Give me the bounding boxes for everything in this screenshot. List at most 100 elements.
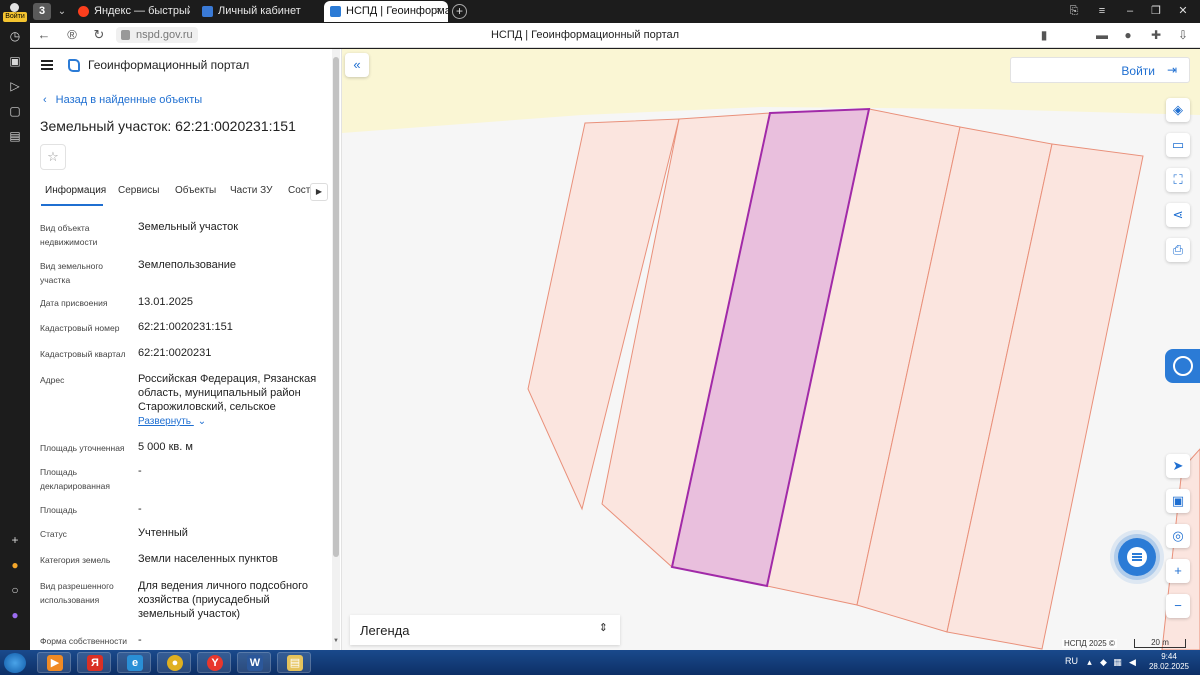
- collections-icon[interactable]: ▣: [7, 53, 23, 69]
- tab-information[interactable]: Информация: [45, 185, 106, 196]
- chevron-left-icon: ‹: [43, 94, 47, 106]
- active-tab-indicator: [41, 204, 103, 206]
- tab-label: НСПД | Геоинформацио: [346, 5, 448, 17]
- start-button[interactable]: [4, 653, 26, 673]
- yandex-icon: Я: [87, 655, 103, 671]
- tab-objects[interactable]: Объекты: [175, 185, 216, 196]
- word-icon: W: [247, 655, 263, 671]
- share-icon[interactable]: ⋖: [1166, 203, 1190, 227]
- tab-label: Яндекс — быстрый поиск: [94, 5, 190, 17]
- property-value: Учтенный: [138, 527, 188, 539]
- ladybug-extension-icon[interactable]: ●: [1120, 27, 1136, 43]
- chrome-icon: ●: [167, 655, 183, 671]
- assistant-icon[interactable]: ●: [7, 607, 23, 623]
- add-panel-icon[interactable]: +: [7, 532, 23, 548]
- map-view[interactable]: « Войти ⇥ ◈ ▭ ⛶ ⋖ ⎙ ➤ ▣ ◎ + − Легенда ⇕ …: [342, 49, 1200, 650]
- object-title: Земельный участок: 62:21:0020231:151: [40, 118, 296, 134]
- geolocation-icon[interactable]: ➤: [1166, 454, 1190, 478]
- browser-addressbar: ← ® ↻ nspd.gov.ru НСПД | Геоинформационн…: [30, 23, 1200, 48]
- tab-parts[interactable]: Части ЗУ: [230, 185, 272, 196]
- minimize-icon[interactable]: –: [1120, 3, 1140, 20]
- scrollbar-thumb[interactable]: [333, 57, 339, 557]
- property-label: Площадь уточненная: [40, 443, 125, 453]
- tab-count-badge[interactable]: 3: [33, 3, 51, 20]
- profile-login-badge[interactable]: Войти: [3, 3, 27, 22]
- zoom-in-button[interactable]: +: [1166, 559, 1190, 583]
- devices-icon[interactable]: ▤: [7, 128, 23, 144]
- taskbar-media-player[interactable]: ▶: [37, 652, 71, 673]
- property-label: Площадь: [40, 505, 78, 515]
- close-window-icon[interactable]: ✕: [1173, 3, 1193, 20]
- panel-scrollbar[interactable]: ▼: [332, 49, 340, 650]
- taskbar-ie[interactable]: e: [117, 652, 151, 673]
- volume-icon[interactable]: ◀: [1127, 657, 1138, 668]
- help-icon: [1173, 356, 1193, 376]
- property-label: Кадастровый квартал: [40, 349, 126, 359]
- property-value: Для ведения личного подсобного хозяйства…: [138, 580, 309, 620]
- tab-label: Личный кабинет: [218, 5, 301, 17]
- map-scale-bar: 20 m: [1134, 639, 1186, 648]
- chat-assistant-button[interactable]: [1118, 538, 1156, 576]
- layers-icon[interactable]: ◈: [1166, 98, 1190, 122]
- ruler-icon[interactable]: ▭: [1166, 133, 1190, 157]
- bookmark-panel-icon[interactable]: ⎘: [1064, 3, 1084, 20]
- tab-personal-cabinet[interactable]: Личный кабинет: [196, 1, 320, 22]
- address-value: Российская Федерация, Рязанская область,…: [138, 373, 317, 413]
- back-to-results-link[interactable]: ‹ Назад в найденные объекты: [43, 94, 202, 106]
- property-label: Форма собственности: [40, 636, 127, 646]
- profile-icon: [10, 3, 19, 12]
- menu-icon[interactable]: ≡: [1092, 3, 1112, 20]
- puzzle-icon[interactable]: ✚: [1148, 27, 1164, 43]
- taskbar-chrome[interactable]: ●: [157, 652, 191, 673]
- property-value: -: [138, 503, 142, 515]
- tabs-scroll-right-button[interactable]: ▶: [310, 183, 328, 201]
- select-area-icon[interactable]: ⛶: [1166, 168, 1190, 192]
- login-icon: ⇥: [1167, 63, 1178, 77]
- hamburger-menu-icon[interactable]: [41, 60, 53, 70]
- map-canvas[interactable]: [342, 49, 1200, 650]
- target-icon[interactable]: ◎: [1166, 524, 1190, 548]
- chevron-down-icon: ⌄: [197, 416, 207, 427]
- restore-icon[interactable]: ❐: [1146, 3, 1166, 20]
- chevron-down-icon[interactable]: ⌄: [55, 3, 69, 20]
- tab-services[interactable]: Сервисы: [118, 185, 159, 196]
- weather-icon[interactable]: ●: [7, 557, 23, 573]
- property-value: 13.01.2025: [138, 296, 194, 308]
- taskbar-yandex-browser[interactable]: Y: [197, 652, 231, 673]
- property-value: -: [138, 634, 142, 646]
- tray-shield-icon[interactable]: ◆: [1098, 657, 1109, 668]
- zoom-out-button[interactable]: −: [1166, 594, 1190, 618]
- login-button[interactable]: Войти ⇥: [1010, 57, 1190, 83]
- panel-header: Геоинформационный портал: [30, 49, 341, 83]
- taskbar-word[interactable]: W: [237, 652, 271, 673]
- yandex-favicon-icon: [78, 6, 89, 17]
- expand-address-link[interactable]: Развернуть ⌄: [138, 416, 206, 427]
- tab-yandex[interactable]: Яндекс — быстрый поиск: [72, 1, 190, 22]
- new-tab-button[interactable]: +: [452, 4, 467, 19]
- download-icon[interactable]: ⇩: [1175, 27, 1191, 43]
- history-icon[interactable]: ◷: [7, 28, 23, 44]
- collapse-panel-button[interactable]: «: [345, 53, 369, 77]
- system-clock[interactable]: 9:44 28.02.2025: [1145, 652, 1193, 672]
- tab-nspd[interactable]: НСПД | Геоинформацио ×: [324, 1, 448, 22]
- property-label: Вид объекта недвижимости: [40, 223, 98, 247]
- extension-icon[interactable]: ▬: [1094, 27, 1110, 43]
- input-language[interactable]: RU: [1065, 656, 1078, 666]
- scroll-down-icon[interactable]: ▼: [332, 638, 340, 648]
- legend-panel[interactable]: Легенда ⇕: [350, 615, 620, 645]
- network-icon[interactable]: ▦: [1112, 657, 1123, 668]
- taskbar-explorer[interactable]: ▤: [277, 652, 311, 673]
- print-icon[interactable]: ⎙: [1166, 238, 1190, 262]
- tray-arrow-icon[interactable]: ▴: [1084, 657, 1095, 668]
- property-value: Земельный участок: [138, 221, 239, 233]
- taskbar-yandex-music[interactable]: Я: [77, 652, 111, 673]
- tab-counter-icon[interactable]: ▢: [7, 103, 23, 119]
- help-button[interactable]: [1165, 349, 1200, 383]
- favorite-star-button[interactable]: ☆: [40, 144, 66, 170]
- object-info-panel: Геоинформационный портал ‹ Назад в найден…: [30, 49, 342, 650]
- play-icon[interactable]: ▷: [7, 78, 23, 94]
- minimap-icon[interactable]: ▣: [1166, 489, 1190, 513]
- close-tab-icon[interactable]: ×: [436, 1, 442, 22]
- alice-icon[interactable]: ○: [7, 582, 23, 598]
- bookmark-icon[interactable]: ▮: [1036, 27, 1052, 43]
